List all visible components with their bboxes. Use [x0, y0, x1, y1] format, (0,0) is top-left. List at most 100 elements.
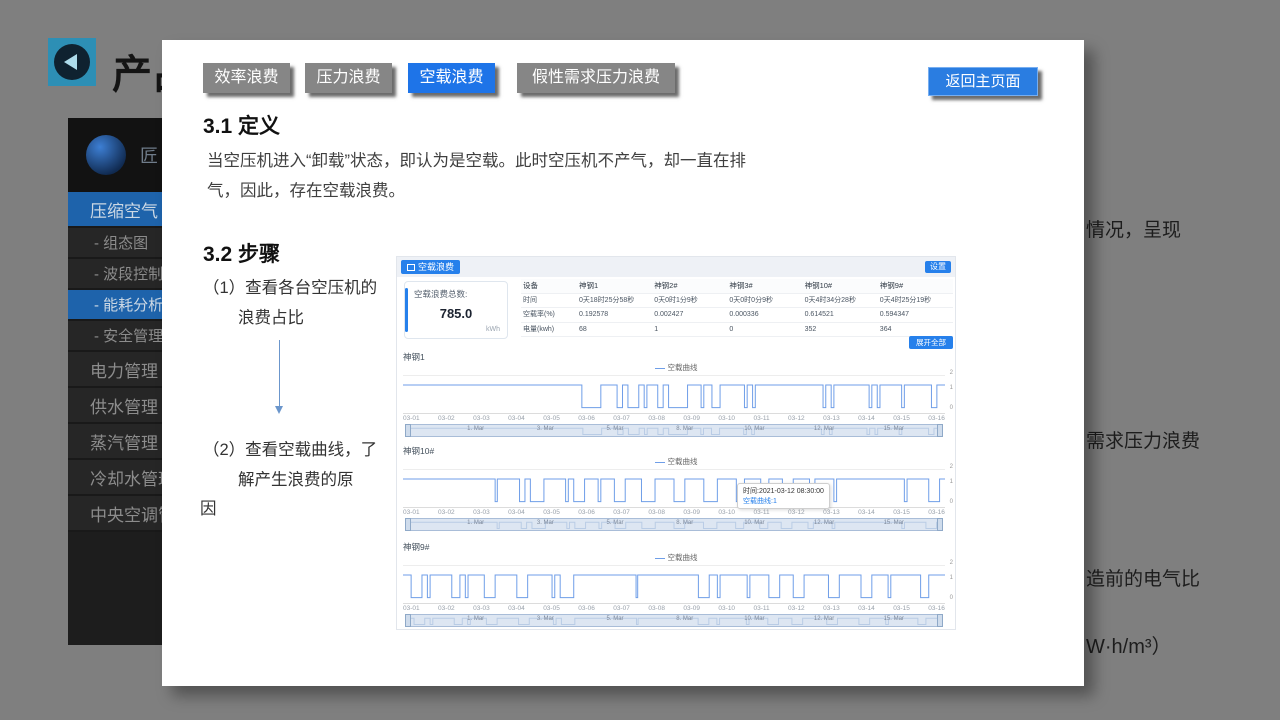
idle-waste-total-card: 空载浪费总数: 785.0 kWh: [404, 281, 508, 339]
table-cell: 0.594347: [878, 308, 953, 323]
table-header-cell: 设备: [521, 279, 577, 294]
navigator-handle-right[interactable]: [937, 614, 943, 627]
x-axis-tick: 03-13: [823, 415, 840, 423]
tooltip-time: 时间:2021-03-12 08:30:00: [743, 486, 824, 496]
chart-navigator[interactable]: 1. Mar3. Mar5. Mar8. Mar10. Mar12. Mar15…: [405, 424, 943, 437]
x-axis-tick: 03-05: [543, 415, 560, 423]
x-axis-tick: 03-11: [753, 509, 769, 517]
legend-label[interactable]: 空载曲线: [668, 363, 698, 372]
x-axis-tick: 03-14: [858, 509, 875, 517]
table-cell: 时间: [521, 294, 577, 309]
navigator-handle-right[interactable]: [937, 518, 943, 531]
tooltip-value: 空载曲线:1: [743, 496, 824, 506]
navigator-label: 10. Mar: [744, 520, 764, 526]
x-axis-labels: 03-0103-0203-0303-0403-0503-0603-0703-08…: [403, 415, 945, 423]
navigator-label: 1. Mar: [467, 520, 484, 526]
chart-legend: 空载曲线: [397, 552, 955, 563]
x-axis-tick: 03-12: [788, 509, 805, 517]
x-axis-tick: 03-11: [753, 415, 769, 423]
navigator-label: 1. Mar: [467, 616, 484, 622]
navigator-label: 3. Mar: [537, 616, 554, 622]
navigator-handle-left[interactable]: [405, 518, 411, 531]
tab-2[interactable]: 压力浪费: [305, 63, 392, 93]
navigator-handle-left[interactable]: [405, 614, 411, 627]
background-clipped-text: 需求压力浪费: [1086, 426, 1200, 453]
legend-label[interactable]: 空载曲线: [668, 457, 698, 466]
x-axis-tick: 03-16: [928, 605, 945, 613]
x-axis-tick: 03-01: [403, 509, 420, 517]
x-axis-tick: 03-14: [858, 605, 875, 613]
step2-line1: （2）查看空载曲线，了: [203, 436, 377, 460]
table-header-cell: 神钢1: [577, 279, 652, 294]
chart-block: 神钢1空载曲线21003-0103-0203-0303-0403-0503-06…: [397, 351, 955, 445]
x-axis-tick: 03-12: [788, 605, 805, 613]
y-axis-tick: 2: [950, 464, 953, 470]
x-axis-tick: 03-15: [893, 415, 910, 423]
navigator-handle-left[interactable]: [405, 424, 411, 437]
dashboard-header: 空载浪费 设置: [397, 257, 955, 277]
chart-block: 神钢9#空载曲线21003-0103-0203-0303-0403-0503-0…: [397, 541, 955, 625]
back-to-main-button[interactable]: 返回主页面: [928, 67, 1038, 96]
navigator-label: 5. Mar: [607, 520, 624, 526]
background-clipped-text: 造前的电气比: [1086, 564, 1200, 591]
tab-4[interactable]: 假性需求压力浪费: [517, 63, 675, 93]
x-axis-tick: 03-04: [508, 509, 525, 517]
chart-plot-area[interactable]: 210: [403, 373, 945, 414]
settings-button[interactable]: 设置: [925, 261, 951, 273]
navigator-handle-right[interactable]: [937, 424, 943, 437]
x-axis-tick: 03-05: [543, 509, 560, 517]
table-cell: 0天0时0分9秒: [727, 294, 802, 309]
table-cell: 空载率(%): [521, 308, 577, 323]
x-axis-tick: 03-16: [928, 509, 945, 517]
x-axis-tick: 03-07: [613, 415, 630, 423]
x-axis-tick: 03-09: [683, 415, 700, 423]
background-clipped-text: 情况，呈现: [1086, 215, 1181, 242]
step2-line2: 解产生浪费的原: [238, 466, 354, 490]
tab-3[interactable]: 空载浪费: [408, 63, 495, 93]
table-cell: 0天0时1分9秒: [652, 294, 727, 309]
navigator-label: 3. Mar: [537, 426, 554, 432]
chart-plot-area[interactable]: 210: [403, 563, 945, 604]
background-clipped-text: W·h/m³）: [1086, 630, 1172, 659]
stat-label: 空载浪费总数:: [414, 288, 467, 300]
section-heading-definition: 3.1 定义: [203, 110, 280, 140]
table-cell: 0: [727, 323, 802, 338]
table-cell: 352: [803, 323, 878, 338]
chart-block: 神钢10#空载曲线21003-0103-0203-0303-0403-0503-…: [397, 445, 955, 541]
x-axis-tick: 03-10: [718, 415, 735, 423]
chart-device-title: 神钢1: [397, 351, 955, 362]
table-cell: 0.000336: [727, 308, 802, 323]
expand-all-button[interactable]: 展开全部: [909, 336, 953, 349]
y-axis-tick: 1: [950, 385, 953, 391]
navigator-label: 12. Mar: [814, 616, 834, 622]
chart-navigator[interactable]: 1. Mar3. Mar5. Mar8. Mar10. Mar12. Mar15…: [405, 518, 943, 531]
x-axis-tick: 03-02: [438, 605, 455, 613]
x-axis-tick: 03-01: [403, 605, 420, 613]
navigator-label: 3. Mar: [537, 520, 554, 526]
table-cell: 0天18时25分58秒: [577, 294, 652, 309]
x-axis-tick: 03-16: [928, 415, 945, 423]
table-header-cell: 神钢3#: [727, 279, 802, 294]
x-axis-tick: 03-15: [893, 509, 910, 517]
table-cell: 0.002427: [652, 308, 727, 323]
navigator-label: 15. Mar: [884, 426, 904, 432]
y-axis-tick: 2: [950, 370, 953, 376]
y-axis-tick: 0: [950, 499, 953, 505]
app-logo-icon: [86, 135, 126, 175]
chart-plot-area[interactable]: 210: [403, 467, 945, 508]
table-cell: 364: [878, 323, 953, 338]
table-header-cell: 神钢10#: [803, 279, 878, 294]
table-cell: 0天4时34分28秒: [803, 294, 878, 309]
chart-navigator[interactable]: 1. Mar3. Mar5. Mar8. Mar10. Mar12. Mar15…: [405, 614, 943, 627]
x-axis-tick: 03-15: [893, 605, 910, 613]
legend-label[interactable]: 空载曲线: [668, 553, 698, 562]
navigator-label: 12. Mar: [814, 520, 834, 526]
x-axis-tick: 03-09: [683, 605, 700, 613]
x-axis-tick: 03-07: [613, 605, 630, 613]
navigator-label: 15. Mar: [884, 520, 904, 526]
dashboard-title: 空载浪费: [418, 260, 454, 274]
chart-tooltip: 时间:2021-03-12 08:30:00 空载曲线:1: [737, 483, 830, 509]
x-axis-tick: 03-03: [473, 509, 490, 517]
tab-1[interactable]: 效率浪费: [203, 63, 290, 93]
navigator-label: 10. Mar: [744, 426, 764, 432]
